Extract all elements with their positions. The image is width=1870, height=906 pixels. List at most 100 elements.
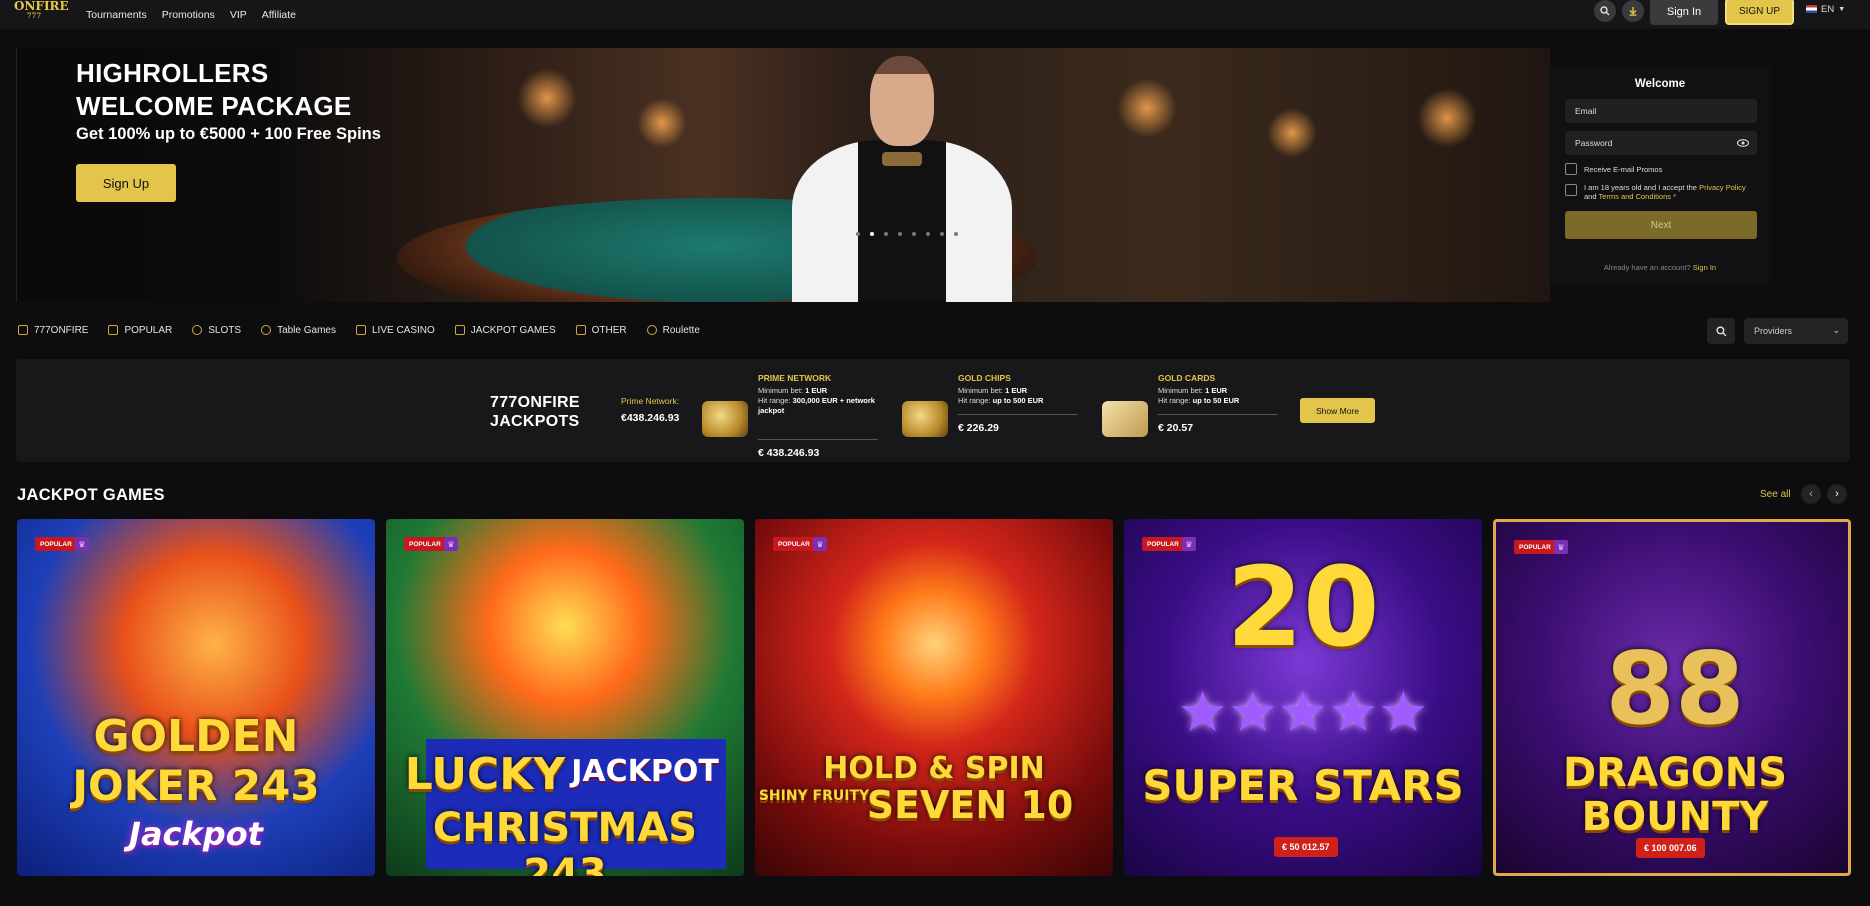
terms-label: I am 18 years old and I accept the Priva… (1584, 183, 1746, 201)
email-field[interactable]: Email (1565, 99, 1757, 123)
popular-badge: POPULAR (404, 537, 446, 551)
star-icon (108, 325, 119, 335)
signup-form: Welcome Email Password Receive E-mail Pr… (1549, 66, 1771, 285)
see-all-link[interactable]: See all (1760, 489, 1791, 500)
lamp-glow (1267, 108, 1317, 158)
stars-decoration: ★★★★★ (1177, 680, 1429, 743)
table-icon (261, 325, 272, 335)
chips-image (902, 401, 948, 437)
game-card-lucky-christmas[interactable]: POPULAR ♛ LUCKY JACKPOT CHRISTMAS 243 (386, 519, 744, 876)
show-more-button[interactable]: Show More (1300, 398, 1375, 423)
carousel-dot[interactable] (912, 232, 916, 236)
jackpot-value: € 226.29 (958, 422, 999, 434)
form-title: Welcome (1634, 78, 1686, 90)
carousel-dot[interactable] (898, 232, 902, 236)
nav-affiliate[interactable]: Affiliate (262, 9, 296, 21)
game-card-hold-spin-seven[interactable]: POPULAR ♛ HOLD & SPIN SEVEN 10 SHINY FRU… (755, 519, 1113, 876)
search-icon (1715, 325, 1726, 336)
terms-checkbox[interactable] (1565, 184, 1577, 196)
carousel-dot[interactable] (856, 232, 860, 236)
divider (1158, 414, 1278, 415)
game-title-line: SHINY FRUITY (758, 788, 870, 804)
cards-image (1102, 401, 1148, 437)
hero-signup-button[interactable]: Sign Up (76, 164, 176, 202)
category-table-games[interactable]: Table Games (261, 325, 336, 336)
popular-badge: POPULAR (1514, 540, 1556, 554)
site-logo[interactable]: ONFIRE 777 (14, 0, 69, 27)
network-value: €438.246.93 (621, 412, 680, 424)
category-roulette[interactable]: Roulette (646, 325, 700, 336)
chevron-down-icon: ⌄ (1832, 325, 1840, 335)
carousel-dot[interactable] (870, 232, 874, 236)
game-jackpot-value: € 100 007.06 (1636, 838, 1705, 858)
password-placeholder: Password (1575, 138, 1613, 148)
language-selector[interactable]: EN ▼ (1806, 2, 1845, 16)
other-icon (575, 325, 586, 335)
terms-link[interactable]: Terms and Conditions (1598, 192, 1671, 201)
carousel-dot[interactable] (884, 232, 888, 236)
category-slots[interactable]: SLOTS (192, 325, 241, 336)
jackpot-name: PRIME NETWORK (758, 373, 832, 383)
chevron-right-icon: › (1835, 488, 1839, 500)
jackpot-value: € 20.57 (1158, 422, 1194, 434)
lamp-glow (1117, 78, 1177, 138)
game-card-super-stars[interactable]: POPULAR ♛ 20 ★★★★★ SUPER STARS € 50 012.… (1124, 519, 1482, 876)
have-account-text: Already have an account? Sign In (1603, 263, 1717, 272)
search-icon (1600, 6, 1610, 16)
game-card-dragons-bounty[interactable]: POPULAR ♛ 88 DRAGONS BOUNTY € 100 007.06 (1493, 519, 1851, 876)
jackpot-value: € 438.246.93 (758, 447, 820, 459)
divider (758, 439, 878, 440)
game-title-line: HOLD & SPIN (823, 751, 1045, 786)
category-bar: 777ONFIRE POPULAR SLOTS Table Games LIVE… (18, 322, 700, 338)
privacy-policy-link[interactable]: Privacy Policy (1699, 183, 1746, 192)
crown-icon: ♛ (75, 537, 89, 551)
next-button[interactable]: Next (1565, 211, 1757, 239)
jackpots-panel: 777ONFIRE JACKPOTS Prime Network: €438.2… (16, 359, 1850, 462)
game-card-golden-joker[interactable]: POPULAR ♛ GOLDEN JOKER 243 Jackpot (17, 519, 375, 876)
jackpot-icon (454, 325, 465, 335)
category-other[interactable]: OTHER (575, 325, 627, 336)
game-title-line: 20 (1226, 543, 1380, 671)
lamp-glow (517, 68, 577, 128)
carousel-dot[interactable] (940, 232, 944, 236)
next-arrow-button[interactable]: › (1827, 484, 1847, 504)
dealer-image (752, 48, 1052, 302)
download-button[interactable] (1622, 0, 1644, 22)
jackpot-name: GOLD CARDS (1158, 373, 1216, 383)
nav-vip[interactable]: VIP (230, 9, 247, 21)
category-popular[interactable]: POPULAR (108, 325, 172, 336)
nav-promotions[interactable]: Promotions (162, 9, 215, 21)
form-signin-link[interactable]: Sign In (1693, 263, 1716, 272)
category-live-casino[interactable]: LIVE CASINO (355, 325, 435, 336)
search-button[interactable] (1594, 0, 1616, 22)
crown-icon: ♛ (444, 537, 458, 551)
category-777onfire[interactable]: 777ONFIRE (18, 325, 88, 336)
crown-icon: ♛ (813, 537, 827, 551)
providers-label: Providers (1754, 326, 1793, 336)
carousel-dot[interactable] (926, 232, 930, 236)
crown-icon: ♛ (1554, 540, 1568, 554)
game-title-line: CHRISTMAS 243 (432, 805, 698, 876)
promo-label: Receive E-mail Promos (1584, 165, 1663, 174)
category-jackpot-games[interactable]: JACKPOT GAMES (454, 325, 556, 336)
password-field[interactable]: Password (1565, 131, 1757, 155)
sign-up-button[interactable]: SIGN UP (1725, 0, 1794, 25)
hero-title: HIGHROLLERS WELCOME PACKAGE (76, 58, 352, 121)
carousel-dots (856, 232, 958, 236)
promo-checkbox[interactable] (1565, 163, 1577, 175)
game-jackpot-value: € 50 012.57 (1274, 837, 1338, 857)
live-icon (355, 325, 366, 335)
hero-subtitle: Get 100% up to €5000 + 100 Free Spins (76, 125, 381, 143)
carousel-dot[interactable] (954, 232, 958, 236)
slot-icon (192, 325, 203, 335)
eye-icon[interactable] (1737, 139, 1749, 147)
game-title-line: SUPER STARS (1142, 761, 1464, 810)
sign-in-button[interactable]: Sign In (1650, 0, 1718, 25)
popular-badge: POPULAR (773, 537, 815, 551)
providers-dropdown[interactable]: Providers ⌄ (1744, 318, 1848, 344)
nav-tournaments[interactable]: Tournaments (86, 9, 147, 21)
game-search-button[interactable] (1707, 318, 1735, 344)
jackpot-info: Minimum bet: 1 EUR Hit range: up to 500 … (958, 386, 1044, 405)
game-title-line: BOUNTY (1581, 794, 1769, 840)
prev-arrow-button[interactable]: ‹ (1801, 484, 1821, 504)
